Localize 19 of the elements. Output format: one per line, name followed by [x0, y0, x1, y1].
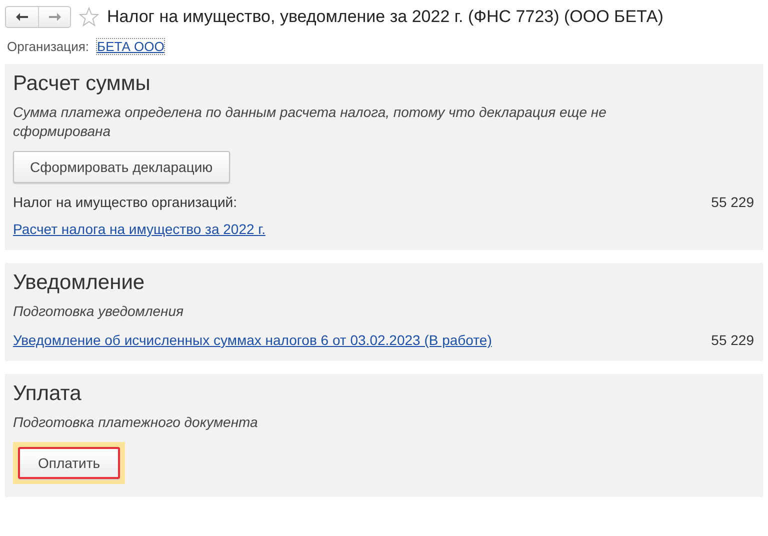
action-button[interactable]: Оплатить — [18, 447, 120, 479]
action-button[interactable]: Сформировать декларацию — [13, 151, 230, 183]
section-title: Уведомление — [13, 271, 146, 295]
section-note: Сумма платежа определена по данным расчета налога, потому что декларация еще не сформирована — [13, 103, 608, 141]
right-arrow-icon — [48, 13, 60, 21]
document-link[interactable]: Уведомление об исчисленных суммах налогов 6 от 03.02.2023 (В работе) — [13, 332, 492, 348]
section-note: Подготовка платежного документа — [13, 413, 259, 432]
amount-value: 55 229 — [711, 332, 754, 348]
amount-label: Налог на имущество организаций: — [13, 194, 237, 210]
amount-value: 55 229 — [711, 194, 754, 210]
document-link[interactable]: Расчет налога на имущество за 2022 г. — [13, 221, 266, 237]
section-title: Уплата — [13, 382, 82, 406]
left-arrow-icon — [16, 13, 28, 21]
section-note: Подготовка уведомления — [13, 302, 184, 321]
organization-link[interactable]: БЕТА ООО — [97, 39, 164, 54]
window-title: Налог на имущество, уведомление за 2022 г. (ФНС 7723) (ООО БЕТА) — [107, 7, 664, 27]
organization-label: Организация: — [7, 39, 90, 54]
star-icon[interactable] — [79, 7, 99, 27]
section-title: Расчет суммы — [13, 72, 152, 96]
